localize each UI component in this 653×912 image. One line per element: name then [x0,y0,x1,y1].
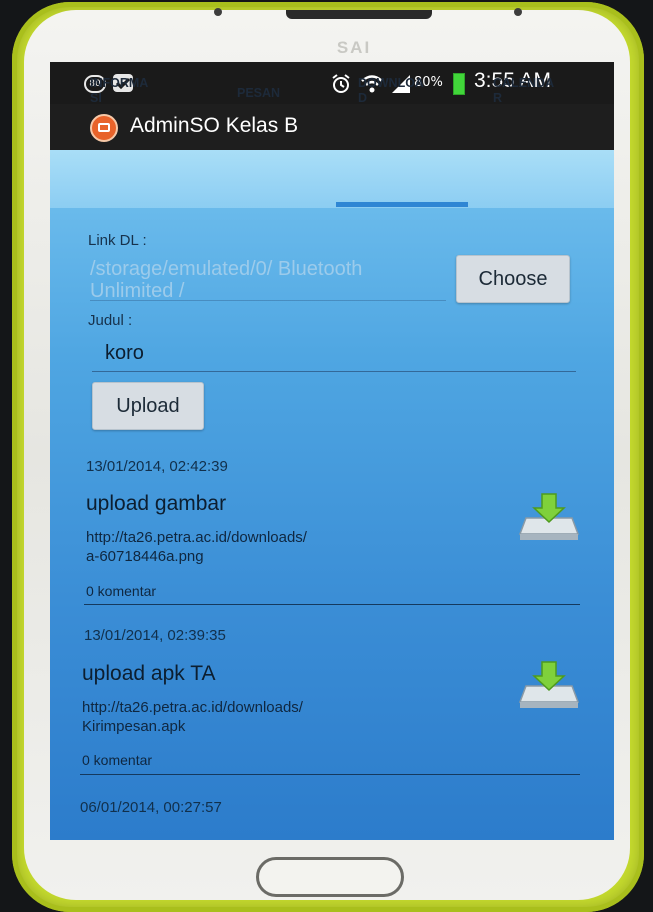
front-sensor [214,8,222,16]
item-divider [80,774,580,775]
tab-calendar[interactable]: CALENDA R [493,76,554,106]
link-dl-underline [90,300,446,301]
link-dl-label: Link DL : [88,232,147,249]
phone-screen: 80 80% 3:55 AM AdminSO Kelas B INFORMA S… [50,62,614,840]
judul-label: Judul : [88,312,133,329]
battery-icon [453,73,465,95]
item-title[interactable]: upload gambar [86,492,226,516]
item-url[interactable]: http://ta26.petra.ac.id/downloads/ Kirim… [82,698,303,736]
item-url[interactable]: http://ta26.petra.ac.id/downloads/ a-607… [86,528,307,566]
download-icon[interactable] [518,492,580,542]
alarm-icon [330,73,352,99]
item-date: 13/01/2014, 02:42:39 [86,458,228,475]
item-title[interactable]: upload apk TA [82,662,216,686]
brand-logo: SAI [336,38,372,57]
choose-button[interactable]: Choose [456,255,570,303]
upload-button[interactable]: Upload [92,382,204,430]
front-camera [514,8,522,16]
app-icon [90,114,118,142]
item-date: 13/01/2014, 02:39:35 [84,627,226,644]
judul-underline [92,371,576,372]
item-divider [84,604,580,605]
tab-download[interactable]: DOWNLOA D [358,76,424,106]
earpiece-speaker [286,10,432,19]
app-title: AdminSO Kelas B [130,114,299,137]
judul-input[interactable]: koro [105,342,144,365]
item-comments[interactable]: 0 komentar [82,752,152,768]
item-comments[interactable]: 0 komentar [86,583,156,599]
item-date: 06/01/2014, 00:27:57 [80,799,222,816]
download-icon[interactable] [518,660,580,710]
tab-pesan[interactable]: PESAN [237,86,280,101]
link-dl-field[interactable]: /storage/emulated/0/ Bluetooth Unlimited… [90,258,448,298]
home-button[interactable] [256,857,404,897]
active-tab-indicator [336,202,468,207]
tab-bar [50,150,614,208]
tab-informasi[interactable]: INFORMA SI [90,76,148,106]
